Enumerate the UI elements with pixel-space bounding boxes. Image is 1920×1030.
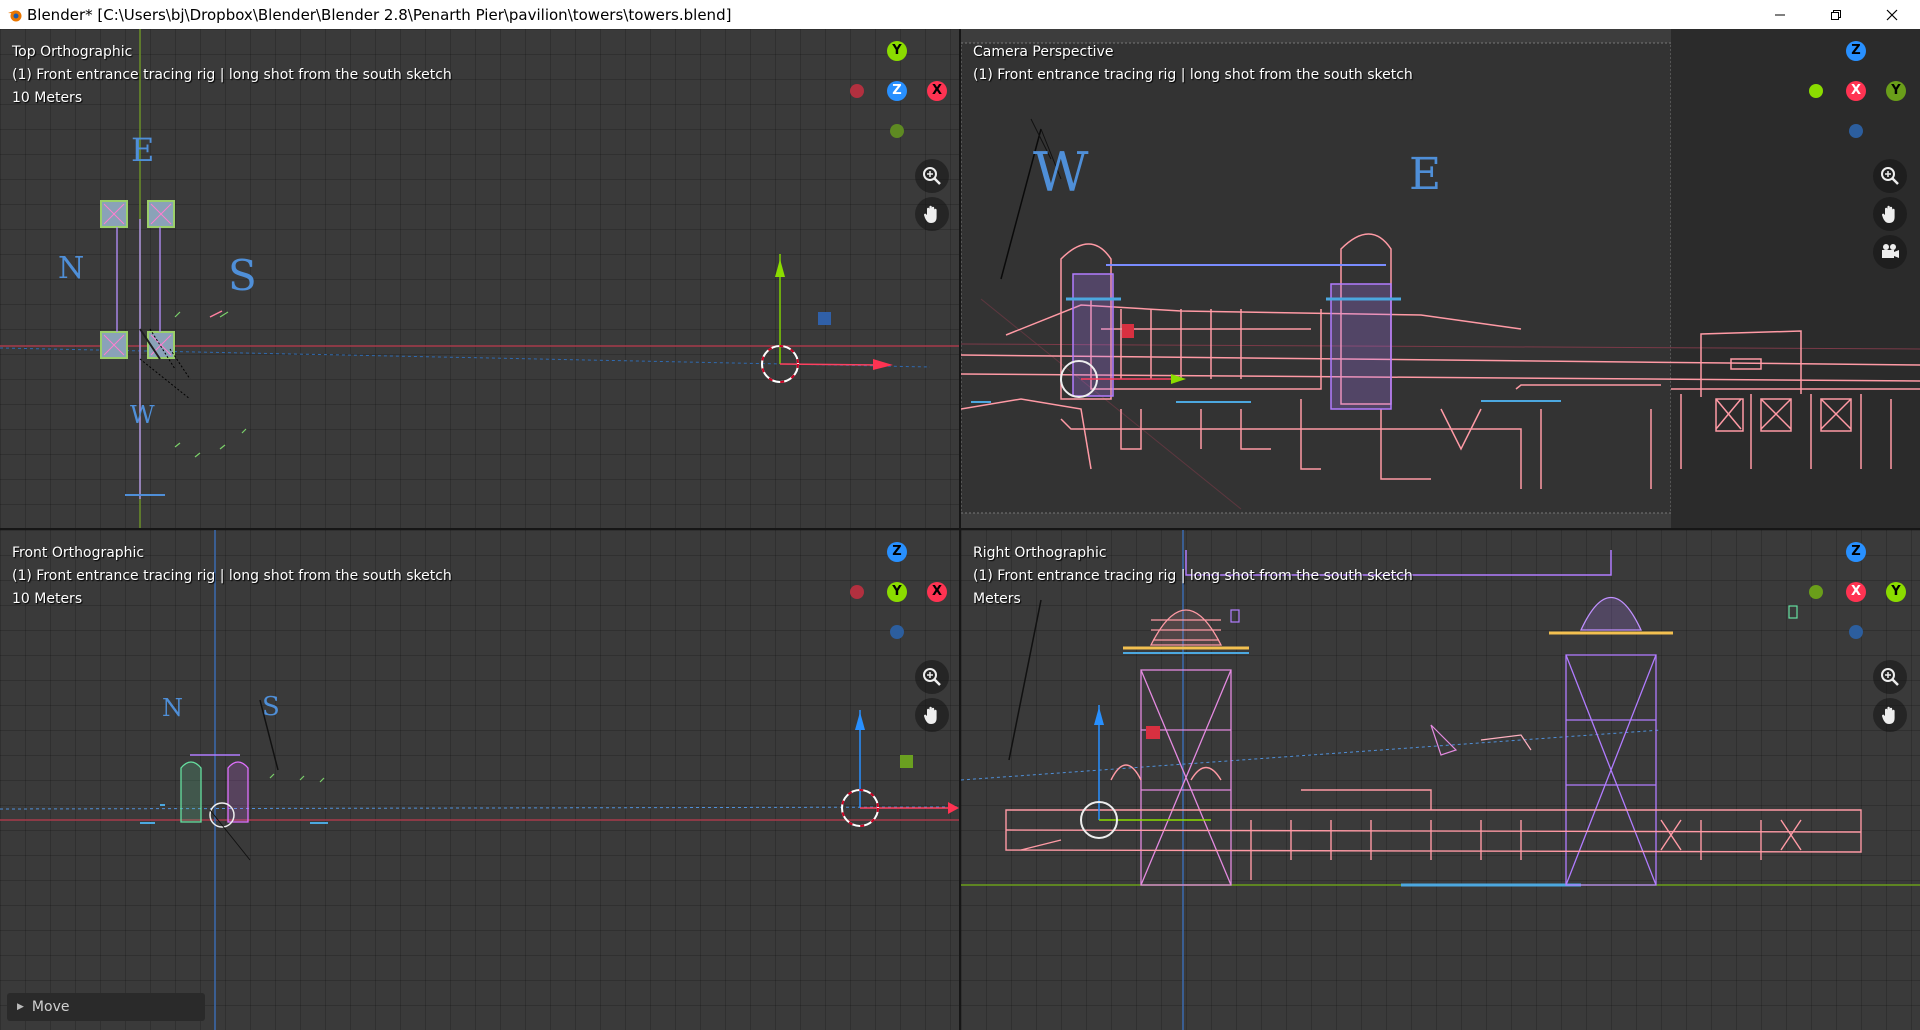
grid-scale: 10 Meters	[12, 591, 83, 607]
gizmo-y-icon[interactable]: Y	[887, 41, 907, 61]
restore-button[interactable]	[1808, 0, 1864, 29]
sketch-letter-south: S	[262, 692, 280, 722]
window-controls	[1752, 0, 1920, 29]
pan-button[interactable]	[1873, 197, 1907, 231]
pan-button[interactable]	[915, 197, 949, 231]
gizmo-x-icon[interactable]: X	[1846, 582, 1866, 602]
grid-scale: 10 Meters	[12, 90, 83, 106]
viewport-top-orthographic[interactable]: Top Orthographic (1) Front entrance trac…	[0, 29, 959, 528]
expand-triangle-icon[interactable]: ▶	[17, 1002, 24, 1012]
pan-button[interactable]	[915, 698, 949, 732]
close-button[interactable]	[1864, 0, 1920, 29]
collection-label: (1) Front entrance tracing rig | long sh…	[12, 67, 452, 83]
view-name: Camera Perspective	[973, 44, 1114, 60]
gizmo-z-icon[interactable]: Z	[887, 542, 907, 562]
zoom-icon	[1881, 668, 1899, 686]
gizmo-x-icon[interactable]: X	[1846, 81, 1866, 101]
operator-redo-panel[interactable]: ▶ Move	[7, 993, 205, 1021]
viewport-right-orthographic[interactable]: Right Orthographic (1) Front entrance tr…	[961, 530, 1920, 1030]
blender-logo-icon	[8, 10, 22, 21]
navigation-gizmo[interactable]: Z X Y	[1801, 542, 1911, 652]
sketch-letter-north: N	[162, 694, 183, 722]
hand-icon	[923, 706, 937, 724]
navigation-gizmo[interactable]: Z Y X	[842, 542, 952, 652]
operator-label: Move	[31, 999, 70, 1015]
view-name: Right Orthographic	[973, 545, 1107, 561]
viewport-info: Right Orthographic (1) Front entrance tr…	[973, 542, 1413, 611]
pan-button[interactable]	[1873, 698, 1907, 732]
hand-icon	[1881, 205, 1895, 223]
collection-label: (1) Front entrance tracing rig | long sh…	[973, 568, 1413, 584]
collection-label: (1) Front entrance tracing rig | long sh…	[973, 67, 1413, 83]
scene-camera	[961, 29, 1920, 528]
sketch-letter-north: N	[58, 251, 85, 286]
view-name: Top Orthographic	[12, 44, 133, 60]
view-name: Front Orthographic	[12, 545, 145, 561]
sketch-letter-east: E	[131, 131, 155, 169]
sketch-letter-west: W	[130, 401, 155, 429]
collection-label: (1) Front entrance tracing rig | long sh…	[12, 568, 452, 584]
window-title: Blender* [C:\Users\bj\Dropbox\Blender\Bl…	[27, 5, 732, 24]
zoom-button[interactable]	[915, 660, 949, 694]
sketch-letter-west: W	[1033, 141, 1089, 204]
minimize-button[interactable]	[1752, 0, 1808, 29]
zoom-button[interactable]	[1873, 660, 1907, 694]
camera-icon	[1882, 244, 1899, 258]
gizmo-x-icon[interactable]: X	[927, 81, 947, 101]
viewport-camera-perspective[interactable]: Camera Perspective (1) Front entrance tr…	[961, 29, 1920, 528]
zoom-icon	[1881, 167, 1899, 185]
navigation-gizmo[interactable]: Y Z X	[842, 41, 952, 151]
gizmo-y-icon[interactable]: Y	[887, 582, 907, 602]
gizmo-z-icon[interactable]: Z	[1846, 41, 1866, 61]
zoom-icon	[923, 668, 941, 686]
gizmo-x-icon[interactable]: X	[927, 582, 947, 602]
gizmo-z-icon[interactable]: Z	[887, 81, 907, 101]
close-icon	[1886, 9, 1898, 20]
hand-icon	[923, 205, 937, 223]
hand-icon	[1881, 706, 1895, 724]
navigation-gizmo[interactable]: Z X Y	[1801, 41, 1911, 151]
minimize-icon	[1775, 14, 1785, 15]
gizmo-z-icon[interactable]: Z	[1846, 542, 1866, 562]
viewport-info: Top Orthographic (1) Front entrance trac…	[12, 41, 452, 110]
gizmo-y-icon[interactable]: Y	[1886, 81, 1906, 101]
viewport-info: Camera Perspective (1) Front entrance tr…	[973, 41, 1413, 87]
grid-scale: Meters	[973, 591, 1021, 607]
viewport-front-orthographic[interactable]: Front Orthographic (1) Front entrance tr…	[0, 530, 959, 1030]
zoom-button[interactable]	[1873, 159, 1907, 193]
gizmo-y-icon[interactable]: Y	[1886, 582, 1906, 602]
restore-icon	[1831, 9, 1841, 20]
sketch-letter-east: E	[1409, 149, 1442, 200]
sketch-letter-south: S	[228, 251, 257, 300]
viewport-info: Front Orthographic (1) Front entrance tr…	[12, 542, 452, 611]
zoom-icon	[923, 167, 941, 185]
zoom-button[interactable]	[915, 159, 949, 193]
title-bar: Blender* [C:\Users\bj\Dropbox\Blender\Bl…	[0, 0, 1920, 29]
camera-view-button[interactable]	[1873, 235, 1907, 269]
